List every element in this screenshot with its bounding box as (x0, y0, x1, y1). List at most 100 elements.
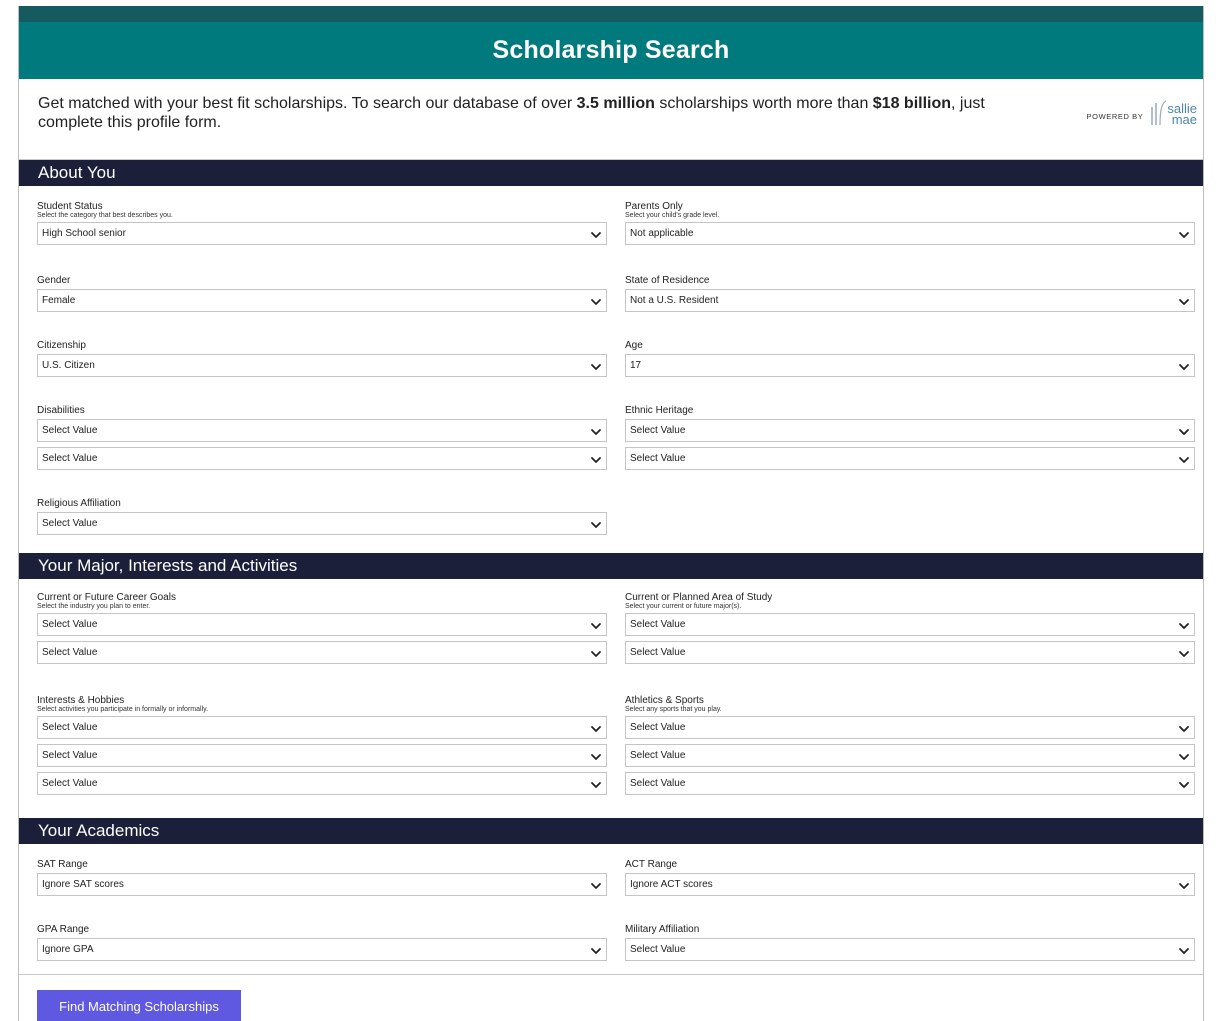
dropdown-select[interactable]: Select Value (37, 744, 607, 767)
chevron-down-icon (590, 518, 602, 530)
dropdown-value: Select Value (42, 619, 98, 630)
intro-panel: Get matched with your best fit scholarsh… (19, 79, 1203, 160)
chevron-down-icon (1178, 360, 1190, 372)
dropdown-select[interactable]: Select Value (37, 419, 607, 442)
field-athletics-sports: Athletics & Sports Select any sports that… (625, 695, 1195, 795)
logo-mark-icon (1151, 100, 1167, 125)
chevron-down-icon (590, 425, 602, 437)
dropdown-value: Select Value (42, 750, 98, 761)
dropdown-value: U.S. Citizen (42, 360, 95, 371)
chevron-down-icon (1178, 425, 1190, 437)
chevron-down-icon (590, 647, 602, 659)
field-military-affiliation: Military Affiliation Select Value (625, 922, 1195, 961)
dropdown-select[interactable]: Select Value (37, 613, 607, 636)
field-label: Military Affiliation (625, 924, 700, 935)
field-hint: Select your child's grade level. (625, 212, 720, 219)
dropdown-select[interactable]: 17 (625, 354, 1195, 377)
dropdown-value: High School senior (42, 228, 126, 239)
dropdown-value: Ignore ACT scores (630, 879, 713, 890)
dropdown-select[interactable]: Ignore SAT scores (37, 873, 607, 896)
chevron-down-icon (590, 879, 602, 891)
chevron-down-icon (1178, 228, 1190, 240)
field-gender: Gender Female (37, 273, 607, 312)
intro-text: Get matched with your best fit scholarsh… (38, 94, 1038, 132)
dropdown-value: Not applicable (630, 228, 694, 239)
field-label: SAT Range (37, 859, 88, 870)
dropdown-select[interactable]: Select Value (37, 512, 607, 535)
field-label: Age (625, 340, 643, 351)
dropdown-value: Select Value (630, 619, 686, 630)
intro-highlight-amount: $18 billion (872, 95, 952, 112)
dropdown-select[interactable]: Select Value (37, 447, 607, 470)
chevron-down-icon (590, 722, 602, 734)
intro-text-part: scholarships worth more than (654, 95, 873, 112)
chevron-down-icon (590, 453, 602, 465)
dropdown-select[interactable]: Select Value (625, 613, 1195, 636)
dropdown-value: Select Value (42, 425, 98, 436)
dropdown-select[interactable]: Select Value (625, 447, 1195, 470)
dropdown-select[interactable]: Select Value (625, 744, 1195, 767)
field-religious-affiliation: Religious Affiliation Select Value (37, 496, 607, 535)
field-label: Parents Only (625, 201, 683, 212)
form-footer: Find Matching Scholarships (19, 974, 1203, 1021)
field-student-status: Student Status Select the category that b… (37, 201, 607, 245)
chevron-down-icon (1178, 879, 1190, 891)
chevron-down-icon (590, 944, 602, 956)
dropdown-select[interactable]: Not a U.S. Resident (625, 289, 1195, 312)
dropdown-value: Female (42, 295, 76, 306)
dropdown-value: Select Value (630, 778, 686, 789)
field-parents-only: Parents Only Select your child's grade le… (625, 201, 1195, 245)
dropdown-select[interactable]: Select Value (625, 419, 1195, 442)
chevron-down-icon (590, 778, 602, 790)
page-header: Scholarship Search (19, 22, 1203, 79)
dropdown-select[interactable]: Select Value (625, 938, 1195, 961)
field-hint: Select the industry you plan to enter. (37, 603, 151, 610)
intro-highlight-count: 3.5 million (576, 95, 655, 112)
logo-text: sallie mae (1167, 102, 1197, 126)
dropdown-select[interactable]: High School senior (37, 222, 607, 245)
section-major-interests: Your Major, Interests and Activities (19, 553, 1203, 579)
academics-grid: SAT Range Ignore SAT scores ACT Range Igno… (19, 844, 1203, 974)
dropdown-select[interactable]: Select Value (625, 772, 1195, 795)
dropdown-select[interactable]: Ignore GPA (37, 938, 607, 961)
field-label: Disabilities (37, 405, 85, 416)
field-label: Ethnic Heritage (625, 405, 694, 416)
dropdown-value: Select Value (630, 722, 686, 733)
chevron-down-icon (1178, 944, 1190, 956)
field-ethnic-heritage: Ethnic Heritage Select Value Select Value (625, 403, 1195, 470)
dropdown-select[interactable]: Not applicable (625, 222, 1195, 245)
dropdown-select[interactable]: Select Value (37, 641, 607, 664)
dropdown-value: Select Value (42, 518, 98, 529)
field-label: Religious Affiliation (37, 498, 121, 509)
dropdown-value: 17 (630, 360, 642, 371)
chevron-down-icon (1178, 453, 1190, 465)
form-frame: Scholarship Search Get matched with your… (18, 6, 1204, 1021)
field-label: Student Status (37, 201, 103, 212)
page-title: Scholarship Search (492, 36, 730, 64)
dropdown-value: Ignore SAT scores (42, 879, 124, 890)
chevron-down-icon (1178, 750, 1190, 762)
dropdown-select[interactable]: Select Value (37, 716, 607, 739)
dropdown-select[interactable]: Female (37, 289, 607, 312)
powered-by-label: Powered By (1086, 112, 1144, 121)
dropdown-value: Select Value (42, 647, 98, 658)
dropdown-select[interactable]: Ignore ACT scores (625, 873, 1195, 896)
dropdown-select[interactable]: Select Value (625, 641, 1195, 664)
dropdown-select[interactable]: U.S. Citizen (37, 354, 607, 377)
field-label: ACT Range (625, 859, 678, 870)
field-sat-range: SAT Range Ignore SAT scores (37, 857, 607, 896)
find-matching-scholarships-button[interactable]: Find Matching Scholarships (37, 990, 241, 1021)
dropdown-value: Select Value (630, 647, 686, 658)
major-interests-grid: Current or Future Career Goals Select the… (19, 579, 1203, 818)
dropdown-select[interactable]: Select Value (625, 716, 1195, 739)
dropdown-select[interactable]: Select Value (37, 772, 607, 795)
field-label: Athletics & Sports (625, 695, 704, 706)
field-label: Current or Planned Area of Study (625, 592, 773, 603)
dropdown-value: Not a U.S. Resident (630, 295, 719, 306)
chevron-down-icon (1178, 647, 1190, 659)
field-state-of-residence: State of Residence Not a U.S. Resident (625, 273, 1195, 312)
chevron-down-icon (1178, 295, 1190, 307)
field-citizenship: Citizenship U.S. Citizen (37, 338, 607, 377)
field-career-goals: Current or Future Career Goals Select the… (37, 592, 607, 664)
field-area-of-study: Current or Planned Area of Study Select y… (625, 592, 1195, 664)
